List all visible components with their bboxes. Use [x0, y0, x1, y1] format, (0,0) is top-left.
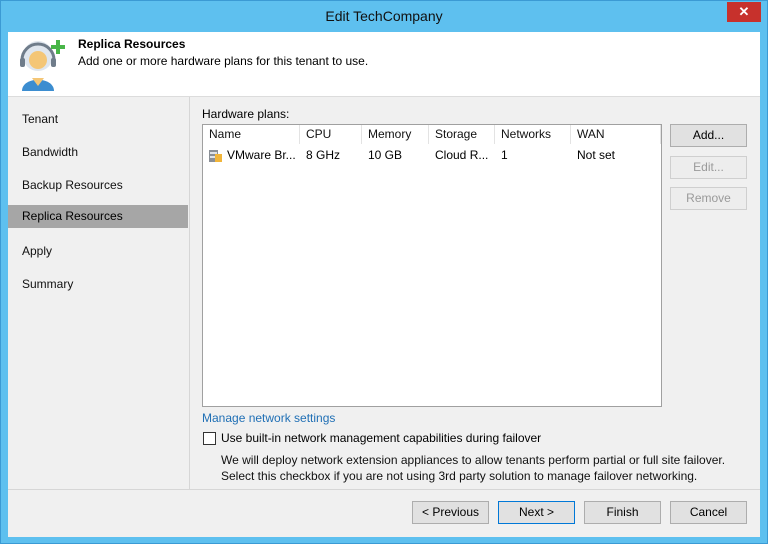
network-management-checkbox-label[interactable]: Use built-in network management capabili…	[221, 431, 541, 445]
manage-network-settings-link[interactable]: Manage network settings	[202, 411, 335, 425]
network-description-line1: We will deploy network extension applian…	[221, 453, 726, 467]
remove-button[interactable]: Remove	[670, 187, 747, 210]
add-button[interactable]: Add...	[670, 124, 747, 147]
wizard-steps: Tenant Bandwidth Backup Resources Replic…	[8, 97, 188, 489]
plan-wan: Not set	[577, 148, 616, 162]
wizard-header: Replica Resources Add one or more hardwa…	[8, 32, 760, 97]
column-storage[interactable]: Storage	[429, 125, 495, 144]
step-apply[interactable]: Apply	[8, 240, 188, 263]
close-button[interactable]: ✕	[727, 2, 761, 22]
page-title: Replica Resources	[78, 37, 186, 51]
window-title: Edit TechCompany	[325, 8, 443, 24]
step-tenant[interactable]: Tenant	[8, 108, 188, 131]
step-summary[interactable]: Summary	[8, 273, 188, 296]
edit-button[interactable]: Edit...	[670, 156, 747, 179]
divider	[189, 97, 190, 489]
footer-divider	[8, 489, 760, 490]
network-management-checkbox[interactable]	[203, 432, 216, 445]
column-name[interactable]: Name	[203, 125, 300, 144]
hardware-plans-list[interactable]: Name CPU Memory Storage Networks WAN VMw…	[202, 124, 662, 407]
list-header: Name CPU Memory Storage Networks WAN	[203, 125, 661, 144]
column-memory[interactable]: Memory	[362, 125, 429, 144]
column-networks[interactable]: Networks	[495, 125, 571, 144]
plan-storage: Cloud R...	[435, 148, 489, 162]
plan-name: VMware Br...	[227, 148, 296, 162]
plan-cpu: 8 GHz	[306, 148, 341, 162]
column-wan[interactable]: WAN	[571, 125, 661, 144]
tenant-add-icon	[20, 40, 65, 91]
title-bar: Edit TechCompany ✕	[1, 1, 767, 32]
step-backup-resources[interactable]: Backup Resources	[8, 174, 188, 197]
step-bandwidth[interactable]: Bandwidth	[8, 141, 188, 164]
step-replica-resources[interactable]: Replica Resources	[8, 205, 188, 228]
page-subtitle: Add one or more hardware plans for this …	[78, 54, 369, 68]
plan-networks: 1	[501, 148, 508, 162]
dialog-client-area: Replica Resources Add one or more hardwa…	[8, 32, 760, 537]
column-cpu[interactable]: CPU	[300, 125, 362, 144]
hardware-plans-label: Hardware plans:	[202, 107, 290, 121]
network-description-line2: Select this checkbox if you are not usin…	[221, 469, 698, 483]
next-button[interactable]: Next >	[498, 501, 575, 524]
hardware-plan-icon	[209, 150, 222, 162]
cancel-button[interactable]: Cancel	[670, 501, 747, 524]
finish-button[interactable]: Finish	[584, 501, 661, 524]
dialog-window: Edit TechCompany ✕ Replica Resources Add…	[0, 0, 768, 544]
plan-memory: 10 GB	[368, 148, 403, 162]
previous-button[interactable]: < Previous	[412, 501, 489, 524]
